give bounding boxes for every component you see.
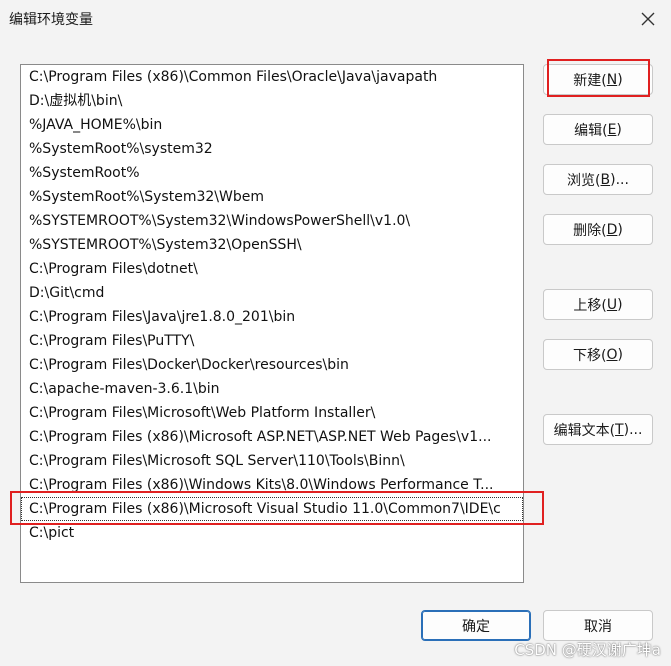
list-item[interactable]: C:\pict <box>21 521 523 545</box>
new-button-label: 新建( <box>573 72 607 89</box>
dialog-title: 编辑环境变量 <box>9 12 93 28</box>
edit-button[interactable]: 编辑(E) <box>543 114 653 145</box>
list-item[interactable]: C:\Program Files\Java\jre1.8.0_201\bin <box>21 305 523 329</box>
delete-button-key: D <box>606 221 618 238</box>
move-up-button-paren: ) <box>617 296 623 313</box>
edit-button-key: E <box>607 121 617 138</box>
path-list[interactable]: C:\Program Files (x86)\Common Files\Orac… <box>20 64 524 583</box>
ok-button-label: 确定 <box>462 618 490 635</box>
browse-button-key: B <box>600 171 611 188</box>
delete-button-label: 删除( <box>573 222 607 239</box>
list-item[interactable]: D:\Git\cmd <box>21 281 523 305</box>
new-button-paren: ) <box>617 71 623 88</box>
list-item[interactable]: %SystemRoot% <box>21 161 523 185</box>
list-item[interactable]: %SystemRoot%\System32\Wbem <box>21 185 523 209</box>
list-item[interactable]: %SYSTEMROOT%\System32\WindowsPowerShell\… <box>21 209 523 233</box>
edit-button-paren: ) <box>616 121 622 138</box>
list-item[interactable]: C:\Program Files\Microsoft SQL Server\11… <box>21 449 523 473</box>
move-up-button-label: 上移( <box>573 297 607 314</box>
list-item[interactable]: %JAVA_HOME%\bin <box>21 113 523 137</box>
list-item[interactable]: C:\Program Files\Microsoft\Web Platform … <box>21 401 523 425</box>
move-down-button-key: O <box>606 346 618 363</box>
close-button[interactable] <box>633 4 663 34</box>
close-icon <box>641 12 655 26</box>
move-down-button-paren: ) <box>617 346 623 363</box>
list-item[interactable]: C:\apache-maven-3.6.1\bin <box>21 377 523 401</box>
edit-env-var-dialog: 编辑环境变量 C:\Program Files (x86)\Common Fil… <box>0 0 671 666</box>
title-bar: 编辑环境变量 <box>0 0 671 38</box>
list-item[interactable]: C:\Program Files (x86)\Microsoft ASP.NET… <box>21 425 523 449</box>
browse-button-label: 浏览( <box>567 172 601 189</box>
list-item[interactable]: C:\Program Files\dotnet\ <box>21 257 523 281</box>
list-item[interactable]: %SystemRoot%\system32 <box>21 137 523 161</box>
edit-text-button[interactable]: 编辑文本(T)... <box>543 414 653 445</box>
list-item[interactable]: C:\Program Files\Docker\Docker\resources… <box>21 353 523 377</box>
list-item[interactable]: D:\虚拟机\bin\ <box>21 89 523 113</box>
edit-text-button-label: 编辑文本( <box>553 422 616 439</box>
delete-button[interactable]: 删除(D) <box>543 214 653 245</box>
list-item[interactable]: %SYSTEMROOT%\System32\OpenSSH\ <box>21 233 523 257</box>
new-button[interactable]: 新建(N) <box>543 64 653 95</box>
watermark: CSDN @硬汉谢广坤a <box>514 641 661 659</box>
list-item[interactable]: C:\Program Files (x86)\Windows Kits\8.0\… <box>21 473 523 497</box>
list-item[interactable]: C:\Program Files (x86)\Common Files\Orac… <box>21 65 523 89</box>
list-item-selected[interactable]: C:\Program Files (x86)\Microsoft Visual … <box>21 497 523 521</box>
cancel-button[interactable]: 取消 <box>543 610 653 641</box>
edit-button-label: 编辑( <box>574 122 608 139</box>
move-down-button-label: 下移( <box>573 347 607 364</box>
browse-button-suffix: )... <box>610 171 629 188</box>
edit-text-button-suffix: )... <box>623 421 643 438</box>
browse-button[interactable]: 浏览(B)... <box>543 164 653 195</box>
ok-button[interactable]: 确定 <box>421 610 531 641</box>
cancel-button-label: 取消 <box>584 618 612 635</box>
delete-button-paren: ) <box>617 221 623 238</box>
list-item[interactable]: C:\Program Files\PuTTY\ <box>21 329 523 353</box>
move-down-button[interactable]: 下移(O) <box>543 339 653 370</box>
new-button-key: N <box>606 71 618 88</box>
move-up-button[interactable]: 上移(U) <box>543 289 653 320</box>
edit-text-button-key: T <box>615 421 624 438</box>
move-up-button-key: U <box>606 296 618 313</box>
